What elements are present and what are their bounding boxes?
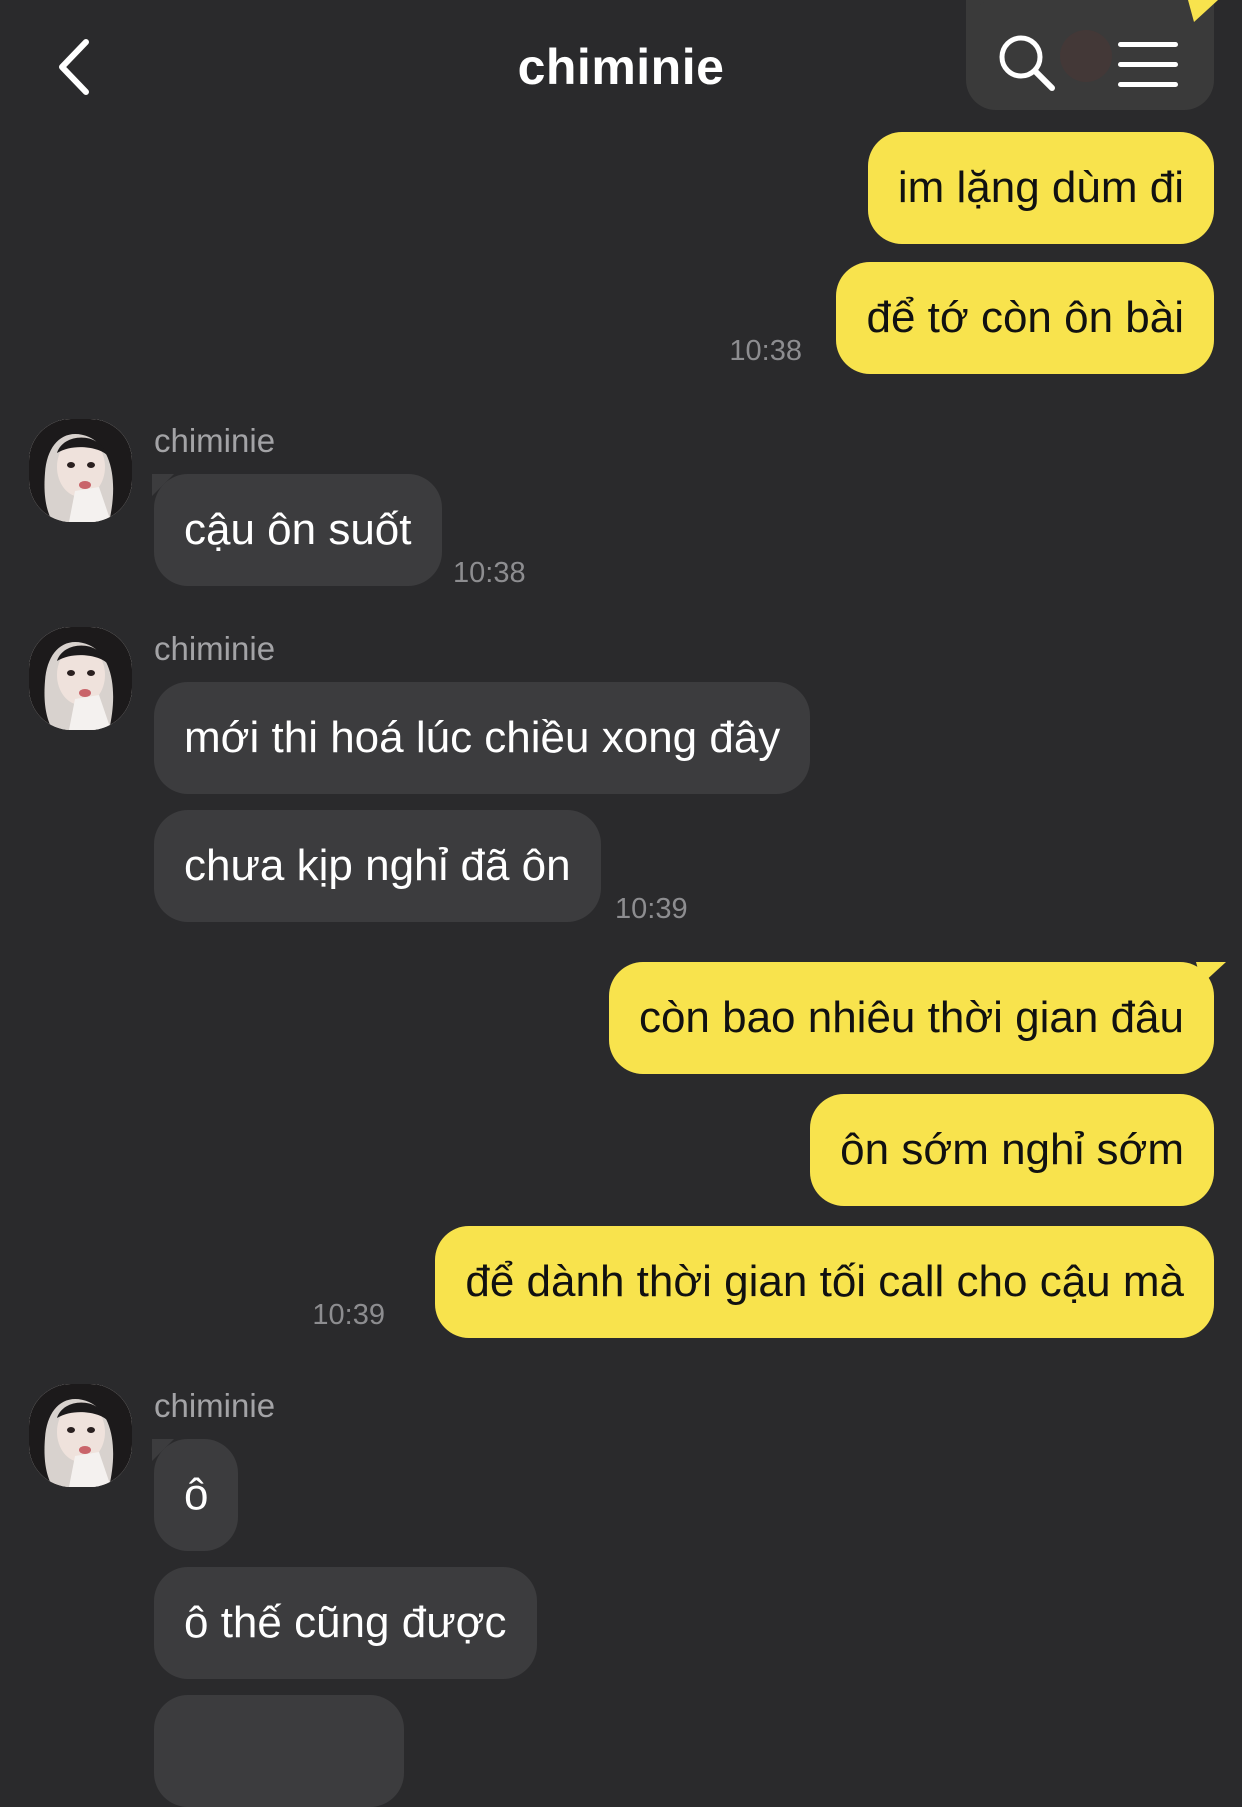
sender-name: chiminie (154, 422, 276, 459)
message-bubble-sent[interactable]: để tớ còn ôn bài (836, 262, 1214, 374)
message-bubble-received[interactable]: mới thi hoá lúc chiều xong đây (154, 682, 811, 794)
search-button[interactable] (996, 32, 1058, 94)
message-bubble-sent[interactable]: im lặng dùm đi (867, 132, 1214, 244)
message-timestamp: 10:38 (729, 335, 802, 367)
message-bubble-sent[interactable]: để dành thời gian tối call cho cậu mà (435, 1226, 1214, 1338)
message-timestamp: 10:38 (453, 557, 526, 589)
profile-photo (29, 1384, 132, 1487)
message-bubble-received[interactable]: cậu ôn suốt (154, 474, 442, 586)
profile-photo (29, 419, 132, 522)
message-text: ôn sớm nghỉ sớm (840, 1125, 1184, 1174)
profile-photo (29, 627, 132, 730)
header-actions (966, 0, 1214, 110)
message-bubble-received[interactable]: ô thế cũng được (154, 1567, 537, 1679)
message-bubble-received[interactable]: chưa kịp nghỉ đã ôn (154, 810, 601, 922)
sender-name: chiminie (154, 630, 276, 667)
search-icon (999, 35, 1055, 91)
sender-name: chiminie (154, 1387, 276, 1424)
hamburger-menu-icon (1118, 42, 1178, 87)
message-bubble-received-partial[interactable] (154, 1695, 404, 1807)
chat-header: chiminie (0, 0, 1242, 130)
message-text: im lặng dùm đi (897, 163, 1184, 212)
avatar[interactable] (29, 1384, 132, 1487)
message-text: mới thi hoá lúc chiều xong đây (184, 713, 781, 762)
menu-button[interactable] (1114, 40, 1182, 90)
message-bubble-sent[interactable]: ôn sớm nghỉ sớm (810, 1094, 1214, 1206)
message-bubble-received[interactable]: ô (154, 1439, 239, 1551)
avatar[interactable] (29, 419, 132, 522)
message-text: chưa kịp nghỉ đã ôn (184, 841, 571, 890)
message-text: còn bao nhiêu thời gian đâu (638, 993, 1184, 1042)
message-text: ô (184, 1470, 209, 1519)
message-text: để dành thời gian tối call cho cậu mà (465, 1257, 1184, 1306)
message-text: để tớ còn ôn bài (866, 293, 1184, 342)
message-timestamp: 10:39 (615, 893, 688, 925)
message-text: cậu ôn suốt (184, 505, 412, 554)
faded-profile-icon (1060, 30, 1112, 82)
message-text: ô thế cũng được (184, 1598, 507, 1647)
message-bubble-sent[interactable]: còn bao nhiêu thời gian đâu (608, 962, 1214, 1074)
avatar[interactable] (29, 627, 132, 730)
message-timestamp: 10:39 (312, 1299, 385, 1331)
